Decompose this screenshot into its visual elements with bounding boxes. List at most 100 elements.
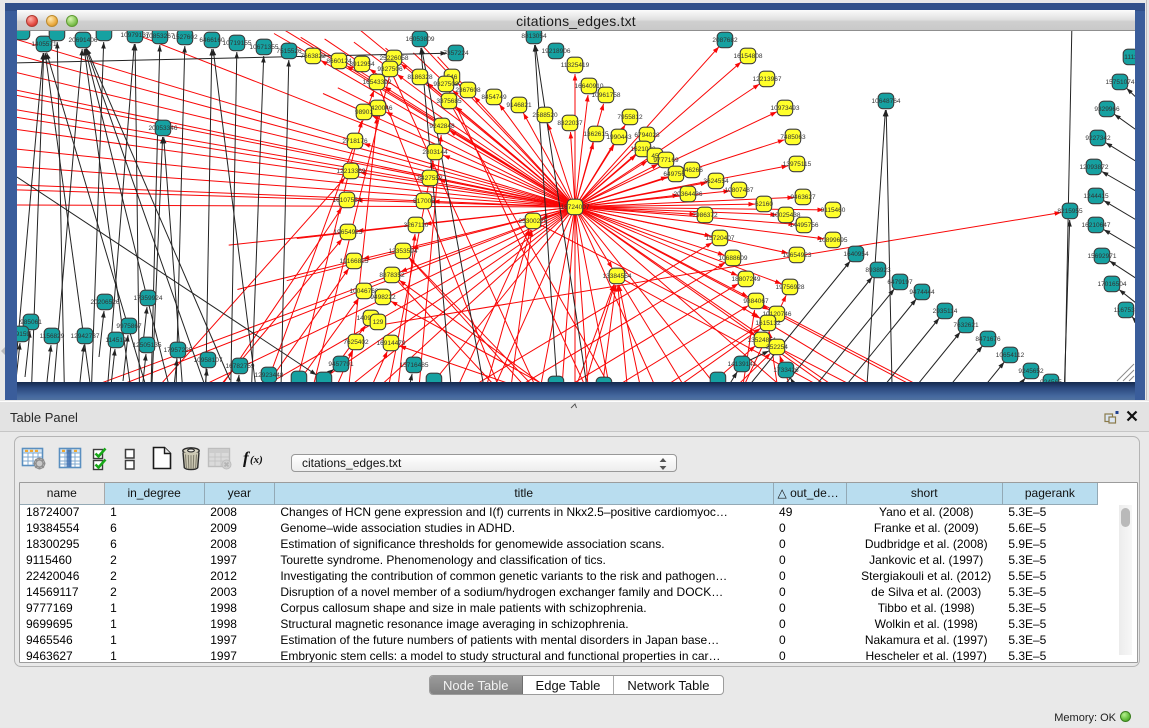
svg-text:7485063: 7485063 <box>780 134 806 141</box>
svg-text:16053809: 16053809 <box>406 36 435 43</box>
svg-text:19654923: 19654923 <box>334 229 363 236</box>
svg-text:8427552: 8427552 <box>417 175 443 182</box>
svg-text:7955812: 7955812 <box>617 114 643 121</box>
svg-text:1733426: 1733426 <box>773 367 799 374</box>
svg-text:6479197: 6479197 <box>887 279 913 286</box>
svg-text:16914479: 16914479 <box>377 340 406 347</box>
svg-text:14495756: 14495756 <box>790 222 819 229</box>
svg-text:8454749: 8454749 <box>481 94 507 101</box>
svg-text:9463627: 9463627 <box>790 194 816 201</box>
svg-text:9115460: 9115460 <box>821 207 846 214</box>
svg-text:2718176: 2718176 <box>342 138 368 145</box>
svg-text:11325419: 11325419 <box>561 62 590 69</box>
svg-text:10688609: 10688609 <box>719 255 748 262</box>
svg-text:10958107: 10958107 <box>194 357 223 364</box>
svg-text:12353594: 12353594 <box>389 248 418 255</box>
svg-text:9227342: 9227342 <box>1085 135 1111 142</box>
svg-text:12942737: 12942737 <box>71 333 100 340</box>
svg-text:25300275: 25300275 <box>519 218 548 225</box>
svg-text:9245652: 9245652 <box>1018 368 1044 375</box>
svg-text:20364436: 20364436 <box>674 191 703 198</box>
svg-text:14139141: 14139141 <box>728 361 757 368</box>
svg-text:12093872: 12093872 <box>1080 164 1109 171</box>
svg-text:1527602: 1527602 <box>172 34 198 41</box>
svg-text:2588520: 2588520 <box>532 112 558 119</box>
svg-text:13975115: 13975115 <box>783 161 812 168</box>
svg-text:9457791: 9457791 <box>328 361 354 368</box>
svg-text:12213369: 12213369 <box>337 168 366 175</box>
svg-text:19218906: 19218906 <box>542 48 571 55</box>
svg-text:1362615: 1362615 <box>583 131 609 138</box>
svg-text:17016504: 17016504 <box>1098 281 1127 288</box>
svg-text:252254: 252254 <box>766 344 788 351</box>
svg-text:8471676: 8471676 <box>975 336 1001 343</box>
svg-text:(x): (x) <box>250 454 263 466</box>
svg-text:16154808: 16154808 <box>734 53 763 60</box>
svg-text:10853267: 10853267 <box>146 33 175 40</box>
svg-text:9242848: 9242848 <box>429 123 455 130</box>
svg-text:1640954: 1640954 <box>843 251 869 258</box>
svg-text:9327506: 9327506 <box>377 66 403 73</box>
svg-text:9884067: 9884067 <box>743 298 769 305</box>
svg-text:3375685: 3375685 <box>436 98 462 105</box>
svg-text:39159: 39159 <box>17 331 30 338</box>
svg-text:1244415: 1244415 <box>1083 193 1109 200</box>
svg-text:7663822: 7663822 <box>300 53 326 60</box>
svg-text:1615132: 1615132 <box>755 320 781 327</box>
svg-text:746266: 746266 <box>681 167 703 174</box>
svg-text:20206526: 20206526 <box>91 299 120 306</box>
svg-text:10648764: 10648764 <box>872 98 901 105</box>
svg-text:62160: 62160 <box>755 201 773 208</box>
svg-text:7986372: 7986372 <box>692 212 718 219</box>
svg-text:114519: 114519 <box>105 337 127 344</box>
svg-text:19654923: 19654923 <box>783 252 812 259</box>
svg-text:10719155: 10719155 <box>223 40 252 47</box>
svg-text:8813054: 8813054 <box>521 33 547 40</box>
svg-text:7515526: 7515526 <box>276 48 302 55</box>
svg-text:10671355: 10671355 <box>250 44 279 51</box>
svg-text:10025438: 10025438 <box>772 212 801 219</box>
svg-text:7625402: 7625402 <box>343 339 369 346</box>
svg-text:9975867: 9975867 <box>116 323 142 330</box>
svg-text:8912954: 8912954 <box>349 61 375 68</box>
svg-text:10654112: 10654112 <box>996 352 1025 359</box>
svg-text:8938923: 8938923 <box>865 267 891 274</box>
svg-text:2087682: 2087682 <box>712 37 738 44</box>
svg-text:98901: 98901 <box>355 109 373 116</box>
svg-text:1167533: 1167533 <box>1114 307 1135 314</box>
svg-text:15716485: 15716485 <box>400 362 429 369</box>
svg-text:10973493: 10973493 <box>771 105 800 112</box>
svg-text:16210647: 16210647 <box>1082 222 1111 229</box>
svg-text:9146821: 9146821 <box>506 102 532 109</box>
svg-text:8215955: 8215955 <box>1057 208 1083 215</box>
svg-text:3267110: 3267110 <box>404 222 429 229</box>
svg-text:10807487: 10807487 <box>725 187 754 194</box>
svg-text:8878352: 8878352 <box>379 272 405 279</box>
svg-text:2935114: 2935114 <box>933 308 958 315</box>
svg-text:2803144: 2803144 <box>422 149 448 156</box>
svg-text:1405571: 1405571 <box>31 41 57 48</box>
svg-text:10961758: 10961758 <box>592 92 621 99</box>
svg-text:20691406: 20691406 <box>69 37 98 44</box>
svg-text:8186328: 8186328 <box>407 74 433 81</box>
svg-text:19756928: 19756928 <box>776 284 805 291</box>
svg-text:3624554: 3624554 <box>703 178 729 185</box>
svg-text:20053346: 20053346 <box>149 125 178 132</box>
svg-text:15751074: 15751074 <box>1106 79 1135 86</box>
svg-text:8322037: 8322037 <box>557 120 583 127</box>
svg-text:985061: 985061 <box>20 319 42 326</box>
svg-text:19166825: 19166825 <box>340 258 369 265</box>
svg-text:9474444: 9474444 <box>909 289 935 296</box>
svg-text:1990443: 1990443 <box>606 134 632 141</box>
svg-text:9329966: 9329966 <box>1094 106 1120 113</box>
svg-text:17957225: 17957225 <box>164 347 193 354</box>
svg-text:9777169: 9777169 <box>653 157 679 164</box>
svg-text:15720407: 15720407 <box>706 235 735 242</box>
svg-text:8660124: 8660124 <box>326 58 352 65</box>
svg-text:6466160: 6466160 <box>199 37 225 44</box>
svg-text:1156829: 1156829 <box>40 333 65 340</box>
svg-text:12505135: 12505135 <box>133 342 162 349</box>
svg-text:2367608: 2367608 <box>455 87 481 94</box>
svg-text:17359924: 17359924 <box>134 295 163 302</box>
svg-text:15692971: 15692971 <box>1088 253 1117 260</box>
